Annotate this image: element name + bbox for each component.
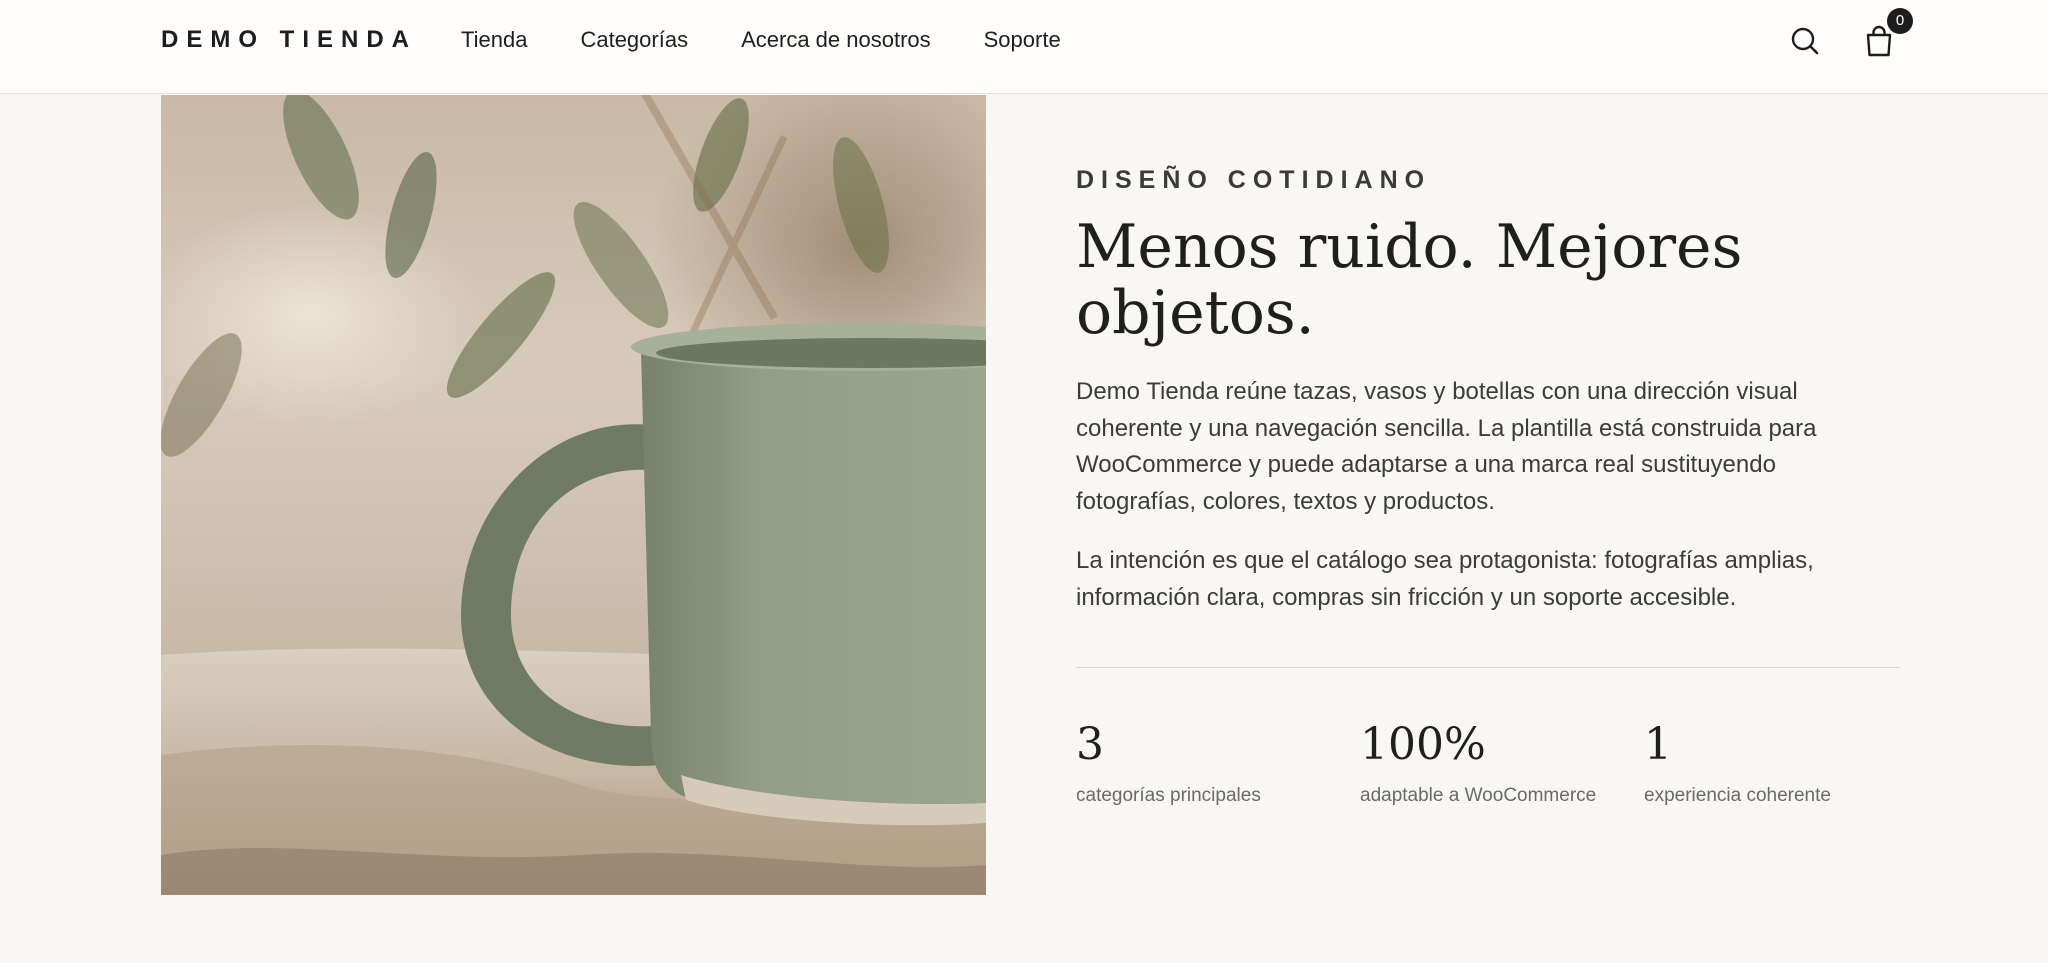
- intent-paragraph: La intención es que el catálogo sea prot…: [1076, 547, 1814, 611]
- hero-image: [161, 95, 986, 895]
- search-icon[interactable]: [1790, 26, 1820, 56]
- stat-experience: 1 experiencia coherente: [1644, 718, 1831, 807]
- intro-paragraph: Demo Tienda reúne tazas, vasos y botella…: [1076, 378, 1817, 515]
- stat-adaptable: 100% adaptable a WooCommerce: [1360, 718, 1596, 807]
- nav-item-acerca[interactable]: Acerca de nosotros: [741, 27, 931, 53]
- site-header: DEMO TIENDA Tienda Categorías Acerca de …: [0, 0, 2048, 94]
- stat-categories: 3 categorías principales: [1076, 718, 1261, 807]
- stat-value: 1: [1644, 719, 1672, 770]
- stat-value: 3: [1076, 719, 1104, 770]
- stat-label: experiencia coherente: [1644, 785, 1831, 806]
- stat-value: 100%: [1360, 719, 1486, 770]
- nav-item-tienda[interactable]: Tienda: [461, 27, 527, 53]
- mug-illustration: [161, 95, 986, 895]
- main-nav: Tienda Categorías Acerca de nosotros Sop…: [461, 27, 1061, 53]
- stat-label: adaptable a WooCommerce: [1360, 785, 1597, 806]
- site-logo[interactable]: DEMO TIENDA: [161, 26, 417, 54]
- stat-label: categorías principales: [1076, 785, 1261, 806]
- section-eyebrow: DISEÑO COTIDIANO: [1076, 166, 1432, 194]
- nav-item-soporte[interactable]: Soporte: [984, 27, 1061, 53]
- nav-item-categorias[interactable]: Categorías: [580, 27, 688, 53]
- section-title: Menos ruido. Mejores objetos.: [1076, 212, 1743, 348]
- cart-count-badge: 0: [1887, 8, 1913, 34]
- section-divider: [1076, 667, 1900, 668]
